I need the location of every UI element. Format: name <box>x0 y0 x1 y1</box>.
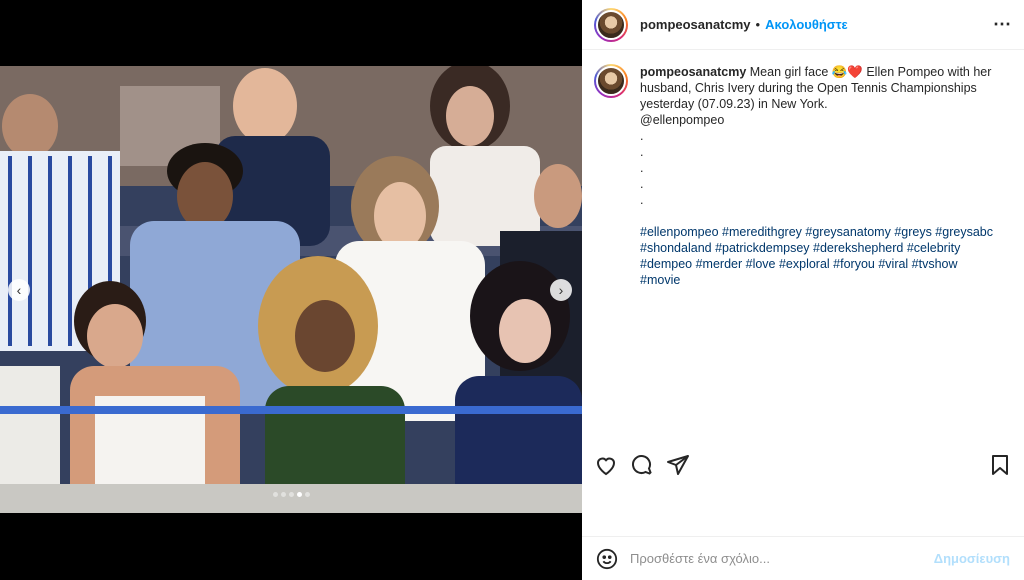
caption-username[interactable]: pompeosanatcmy <box>640 65 746 79</box>
caption-dot: . <box>640 193 644 207</box>
hashtags[interactable]: #ellenpompeo #meredithgrey #greysanatomy… <box>640 224 996 288</box>
avatar[interactable] <box>594 7 628 42</box>
caption-row: pompeosanatcmy Mean girl face 😂❤️ Ellen … <box>594 64 1012 288</box>
action-bar <box>582 450 1024 480</box>
carousel-dot-active <box>296 492 302 497</box>
more-horizontal-icon[interactable]: ⋯ <box>993 14 1012 35</box>
caption-avatar[interactable] <box>594 64 628 98</box>
photo-illustration <box>0 66 582 513</box>
carousel-dot <box>304 492 310 497</box>
comment-icon[interactable] <box>630 453 654 477</box>
comment-input[interactable] <box>630 551 934 566</box>
chevron-left-icon[interactable]: ‹ <box>8 279 30 301</box>
follow-button[interactable]: Ακολουθήστε <box>765 17 848 32</box>
avatar-image <box>596 66 626 96</box>
caption: pompeosanatcmy Mean girl face 😂❤️ Ellen … <box>640 64 996 288</box>
separator: • <box>755 17 761 32</box>
post-header: pompeosanatcmy • Ακολουθήστε ⋯ <box>582 0 1024 50</box>
caption-dot: . <box>640 177 644 191</box>
share-icon[interactable] <box>666 453 690 477</box>
caption-dot: . <box>640 145 644 159</box>
carousel-dot <box>280 492 286 497</box>
carousel-dot <box>288 492 294 497</box>
carousel-dot <box>272 492 278 497</box>
media-panel: ‹ › <box>0 0 582 580</box>
heart-icon[interactable] <box>594 453 618 477</box>
caption-dot: . <box>640 129 644 143</box>
bookmark-icon[interactable] <box>988 453 1012 477</box>
post-details-panel: pompeosanatcmy • Ακολουθήστε ⋯ pompeosan… <box>582 0 1024 580</box>
carousel-indicator <box>0 492 582 497</box>
chevron-right-icon[interactable]: › <box>550 279 572 301</box>
avatar-image <box>596 9 626 40</box>
emoji-icon[interactable] <box>596 548 618 570</box>
comment-bar: Δημοσίευση <box>582 536 1024 580</box>
post-photo[interactable] <box>0 66 582 513</box>
post-comment-button[interactable]: Δημοσίευση <box>934 551 1010 566</box>
caption-dot: . <box>640 161 644 175</box>
username-link[interactable]: pompeosanatcmy <box>640 17 751 32</box>
caption-area: pompeosanatcmy Mean girl face 😂❤️ Ellen … <box>582 51 1024 441</box>
mention-link[interactable]: @ellenpompeo <box>640 112 996 128</box>
